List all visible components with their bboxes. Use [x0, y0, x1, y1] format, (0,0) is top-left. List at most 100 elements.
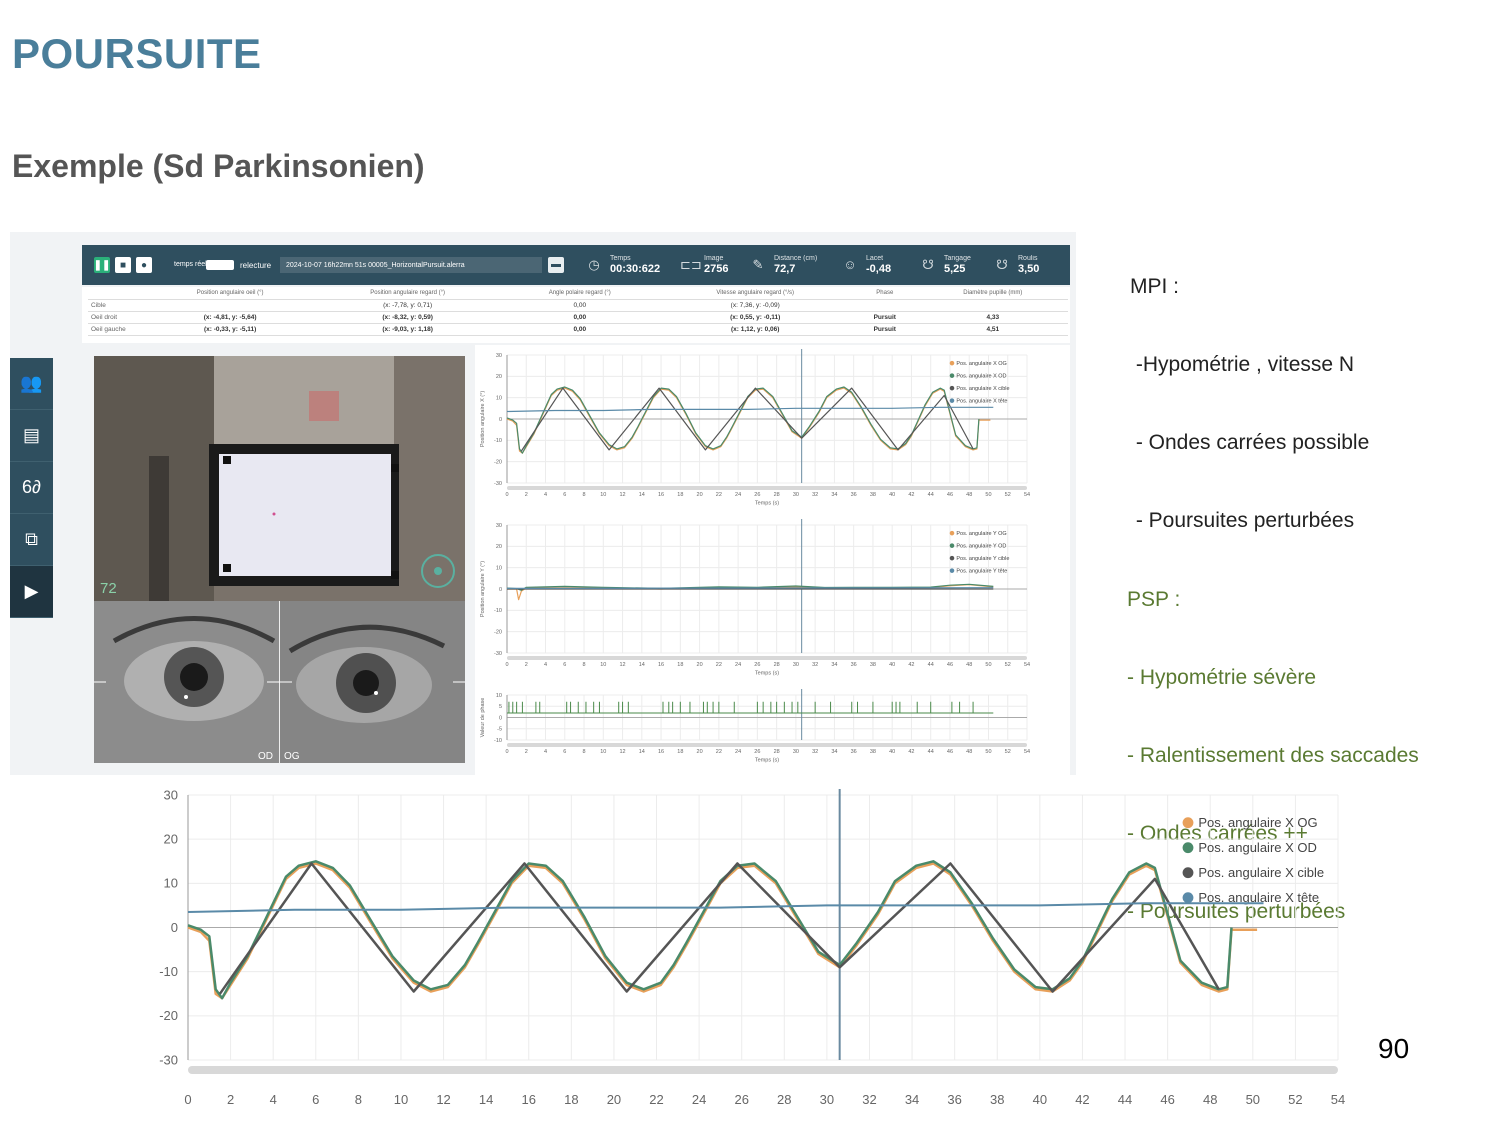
legend-marker: [949, 543, 955, 548]
x-tick-label: 38: [990, 1092, 1004, 1107]
y-tick-label: 30: [496, 353, 502, 359]
relecture-label: relecture: [240, 260, 272, 270]
eye-label-left: OG: [284, 751, 300, 762]
scene-video: 72: [94, 356, 465, 601]
table-header: Angle polaire regard (°): [501, 287, 659, 300]
file-name-field[interactable]: 2024-10-07 16h22mn 51s 00005_HorizontalP…: [280, 257, 542, 273]
eye-camera-frames: OD OG: [94, 601, 465, 763]
x-tick-label: 0: [184, 1092, 191, 1107]
x-tick-label: 10: [600, 492, 606, 498]
slide-title: POURSUITE: [12, 30, 262, 77]
x-tick-label: 22: [716, 492, 722, 498]
patients-icon[interactable]: 👥: [10, 358, 53, 410]
y-tick-label: -5: [497, 727, 502, 733]
x-tick-label: 24: [735, 662, 741, 668]
psp-line: - Hypométrie sévère: [1127, 666, 1317, 689]
record-icon[interactable]: ●: [136, 257, 152, 273]
x-tick-label: 8: [583, 662, 586, 668]
table-cell: 0,00: [501, 299, 659, 312]
y-tick-label: -10: [494, 738, 502, 744]
screen-target-icon[interactable]: ⧉: [10, 514, 53, 566]
legend-marker: [949, 398, 955, 403]
mode-toggle[interactable]: [206, 260, 234, 270]
stat-value: 2756: [704, 263, 729, 275]
x-tick-label: 40: [889, 749, 895, 755]
x-tick-label: 6: [312, 1092, 319, 1107]
psp-line: PSP :: [1127, 588, 1181, 611]
legend-label: Pos. angulaire Y cible: [956, 556, 1009, 562]
x-tick-label: 40: [889, 492, 895, 498]
x-tick-label: 14: [639, 749, 645, 755]
stop-icon[interactable]: ■: [115, 257, 131, 273]
legend-marker: [949, 373, 955, 378]
zoomed-x-chart: 30 20 10 0 -10 -20 -30 0 2 4 6 8 10 12 14 16 18 20 22 24 26 2…: [150, 785, 1350, 1115]
x-tick-label: 2: [227, 1092, 234, 1107]
x-tick-label: 42: [1075, 1092, 1089, 1107]
x-axis-label: Temps (s): [755, 758, 779, 764]
x-tick-label: 30: [793, 749, 799, 755]
eye-cameras: OD OG: [94, 601, 465, 763]
legend-label: Pos. angulaire X cible: [956, 386, 1009, 392]
x-tick-label: 12: [619, 662, 625, 668]
y-tick-label: -10: [159, 964, 178, 979]
x-tick-label: 30: [820, 1092, 834, 1107]
x-tick-label: 6: [563, 749, 566, 755]
ruler-icon: ✎: [752, 257, 764, 272]
x-tick-label: 32: [812, 749, 818, 755]
mpi-line: - Ondes carrées possible: [1130, 431, 1370, 454]
legend-marker: [949, 530, 955, 536]
x-tick-label: 24: [735, 749, 741, 755]
stat-value: 3,50: [1018, 263, 1040, 275]
page-number: 90: [1378, 1033, 1410, 1064]
x-tick-label: 0: [505, 749, 508, 755]
x-tick-label: 48: [966, 662, 972, 668]
x-tick-label: 8: [355, 1092, 362, 1107]
x-tick-label: 52: [1288, 1092, 1302, 1107]
psp-line: - Ralentissement des saccades: [1127, 744, 1419, 767]
mpi-line: MPI :: [1130, 275, 1180, 298]
series-line: [506, 587, 994, 589]
legend-marker: [1182, 817, 1194, 829]
x-tick-label: 4: [270, 1092, 277, 1107]
table-cell: 4,33: [917, 311, 1068, 324]
legend-label: Pos. angulaire X tête: [956, 399, 1007, 405]
id-card-icon[interactable]: ▤: [10, 410, 53, 462]
x-tick-label: 32: [812, 492, 818, 498]
y-tick-label: 0: [499, 587, 502, 593]
y-tick-label: -20: [494, 630, 502, 636]
table-cell: (x: 0,55, y: -0,11): [658, 311, 852, 324]
head-roll-icon: ☋: [996, 257, 1008, 272]
slide-subtitle: Exemple (Sd Parkinsonien): [12, 148, 425, 184]
y-tick-label: 10: [496, 396, 502, 402]
play-icon[interactable]: ▶: [10, 566, 53, 618]
legend-label: Pos. angulaire Y tête: [956, 569, 1007, 575]
series-line: [506, 406, 994, 413]
stat-value: 72,7: [774, 263, 796, 275]
small-charts-svg: 3020100-10-20-300 2 4 6 8 10 12 14 16 18 20 22 24 26 2…: [480, 349, 1030, 764]
table-cell: 0,00: [501, 311, 659, 324]
table-header: Position angulaire regard (°): [314, 287, 502, 300]
y-tick-label: -30: [494, 481, 502, 487]
x-tick-label: 34: [831, 662, 837, 668]
glasses-icon[interactable]: 6∂: [10, 462, 53, 514]
x-tick-label: 16: [658, 492, 664, 498]
x-tick-label: 50: [985, 492, 991, 498]
x-tick-label: 38: [870, 492, 876, 498]
x-tick-label: 48: [966, 492, 972, 498]
table-cell: (x: -0,33, y: -5,11): [146, 323, 315, 336]
measurements-table: Position angulaire oeil (°) Position ang…: [82, 287, 1070, 343]
pause-icon[interactable]: ❚❚: [94, 257, 110, 273]
table-header-row: Position angulaire oeil (°) Position ang…: [88, 287, 1068, 300]
folder-icon[interactable]: ▬: [548, 257, 564, 273]
x-tick-label: 12: [619, 492, 625, 498]
table-header: Phase: [851, 287, 918, 300]
x-tick-label: 18: [677, 492, 683, 498]
scrollbar: [507, 743, 1027, 747]
legend-label: Pos. angulaire X cible: [1198, 865, 1324, 880]
x-tick-label: 50: [1246, 1092, 1260, 1107]
x-tick-label: 8: [583, 492, 586, 498]
series-line: [506, 386, 980, 454]
legend-label: Pos. angulaire X OG: [956, 361, 1006, 367]
x-tick-label: 52: [1005, 662, 1011, 668]
y-axis-label: Position angulaire Y (°): [480, 561, 486, 617]
